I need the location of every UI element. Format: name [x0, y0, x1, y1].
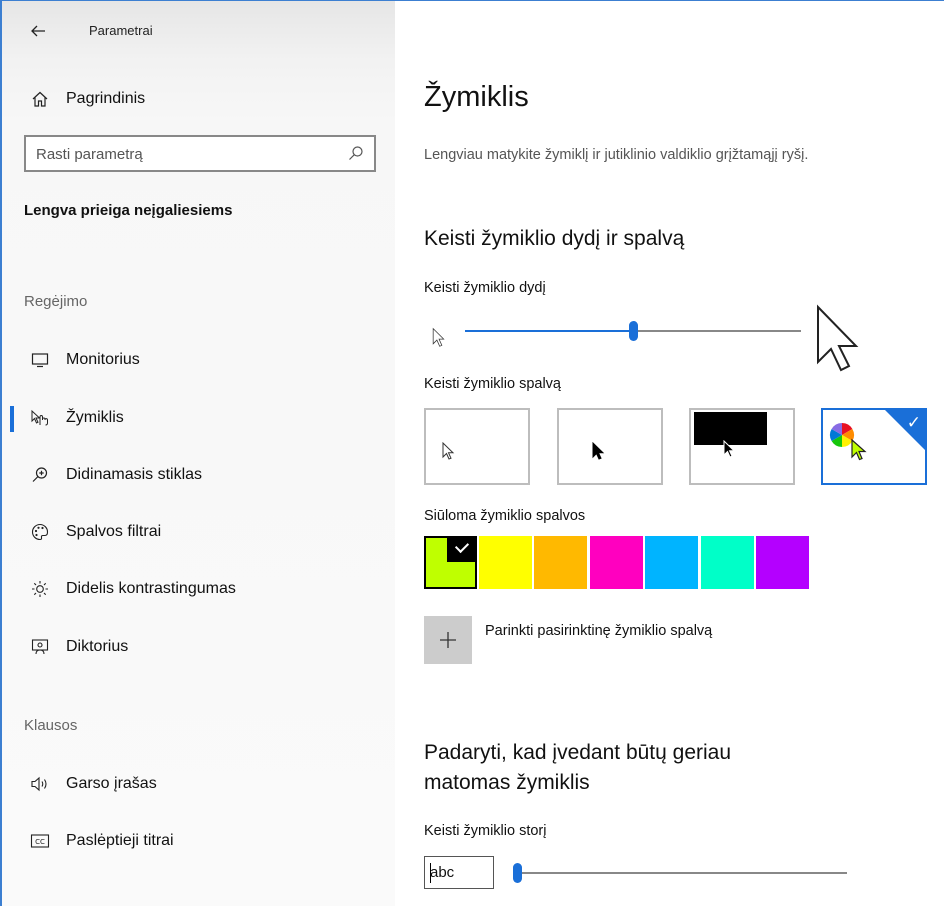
plus-icon: [440, 632, 456, 648]
sidebar: Parametrai Pagrindinis Lengva prieiga ne…: [2, 1, 395, 906]
swatch-color[interactable]: [701, 536, 754, 589]
slider-track-empty: [522, 872, 847, 874]
size-label: Keisti žymiklio dydį: [424, 280, 546, 296]
pointer-color-inverted[interactable]: [689, 408, 795, 485]
group-heading-hearing: Klausos: [24, 717, 78, 734]
sidebar-item-magnifier[interactable]: Didinamasis stiklas: [2, 455, 395, 495]
suggested-colors-label: Siūloma žymiklio spalvos: [424, 508, 586, 524]
swatch-color[interactable]: [424, 536, 477, 589]
section-heading-typing: Padaryti, kad įvedant būtų geriau matoma…: [424, 741, 732, 794]
slider-track-empty: [638, 330, 801, 332]
sidebar-item-pointer[interactable]: Žymiklis: [2, 398, 395, 438]
page-title: Žymiklis: [424, 81, 529, 113]
sidebar-item-audio[interactable]: Garso įrašas: [2, 764, 395, 804]
thickness-preview: abc: [424, 856, 494, 889]
search-icon[interactable]: [348, 145, 364, 161]
sidebar-item-label: Pagrindinis: [66, 90, 146, 107]
app-title: Parametrai: [89, 23, 153, 38]
cc-icon: CC: [30, 831, 50, 851]
sidebar-item-narrator[interactable]: Diktorius: [2, 627, 395, 667]
slider-thumb[interactable]: [513, 863, 522, 883]
large-cursor-icon: [817, 304, 859, 372]
inverted-cursor-icon: [723, 440, 736, 458]
pointer-color-black[interactable]: [557, 408, 663, 485]
pointer-color-custom[interactable]: ✓: [821, 408, 927, 485]
svg-text:CC: CC: [35, 838, 45, 846]
swatch-color[interactable]: [590, 536, 643, 589]
thickness-label: Keisti žymiklio storį: [424, 823, 547, 839]
pointer-color-white[interactable]: [424, 408, 530, 485]
narrator-icon: [30, 637, 50, 657]
custom-color-cursor-icon: [851, 438, 867, 461]
main-content: Žymiklis Lengviau matykite žymiklį ir ju…: [395, 1, 944, 906]
page-description: Lengviau matykite žymiklį ir jutiklinio …: [424, 147, 809, 163]
speaker-icon: [30, 774, 50, 794]
small-cursor-icon: [432, 327, 445, 347]
slider-thumb[interactable]: [629, 321, 638, 341]
swatch-color[interactable]: [479, 536, 532, 589]
sun-icon: [30, 579, 50, 599]
title-bar: Parametrai: [2, 1, 395, 61]
sidebar-item-color-filters[interactable]: Spalvos filtrai: [2, 512, 395, 552]
sidebar-item-label: Monitorius: [66, 351, 140, 368]
white-cursor-icon: [442, 442, 455, 460]
sidebar-item-label: Spalvos filtrai: [66, 523, 162, 540]
magnifier-icon: [30, 465, 50, 485]
sidebar-item-label: Didelis kontrastingumas: [66, 580, 236, 597]
monitor-icon: [30, 350, 50, 370]
swatch-color[interactable]: [645, 536, 698, 589]
add-custom-color-button[interactable]: [424, 616, 472, 664]
arrow-left-icon: [31, 25, 45, 37]
custom-color-label[interactable]: Parinkti pasirinktinę žymiklio spalvą: [485, 623, 712, 639]
preview-text: abc: [430, 864, 455, 881]
back-button[interactable]: [26, 19, 50, 43]
sidebar-item-label: Diktorius: [66, 638, 129, 655]
sidebar-item-home[interactable]: Pagrindinis: [2, 81, 395, 117]
section-title: Lengva prieiga neįgaliesiems: [24, 202, 233, 219]
section-heading-size-color: Keisti žymiklio dydį ir spalvą: [424, 227, 685, 250]
palette-icon: [30, 522, 50, 542]
slider-track-filled: [465, 330, 629, 332]
home-icon: [30, 89, 50, 109]
sidebar-item-monitor[interactable]: Monitorius: [2, 340, 395, 380]
swatch-color[interactable]: [534, 536, 587, 589]
color-label: Keisti žymiklio spalvą: [424, 376, 561, 392]
sidebar-item-high-contrast[interactable]: Didelis kontrastingumas: [2, 569, 395, 609]
checkmark-icon: ✓: [906, 413, 921, 432]
swatch-color[interactable]: [756, 536, 809, 589]
sidebar-item-closed-captions[interactable]: CC Paslėptieji titrai: [2, 821, 395, 861]
pointer-hand-icon: [30, 408, 50, 428]
sidebar-item-label: Paslėptieji titrai: [66, 832, 174, 849]
sidebar-item-label: Didinamasis stiklas: [66, 466, 203, 483]
search-input[interactable]: [36, 144, 336, 164]
black-cursor-icon: [592, 442, 605, 460]
search-box: [24, 135, 376, 172]
group-heading-vision: Regėjimo: [24, 293, 88, 310]
checkmark-icon: [447, 538, 475, 562]
sidebar-item-label: Žymiklis: [66, 409, 124, 426]
sidebar-item-label: Garso įrašas: [66, 775, 157, 792]
